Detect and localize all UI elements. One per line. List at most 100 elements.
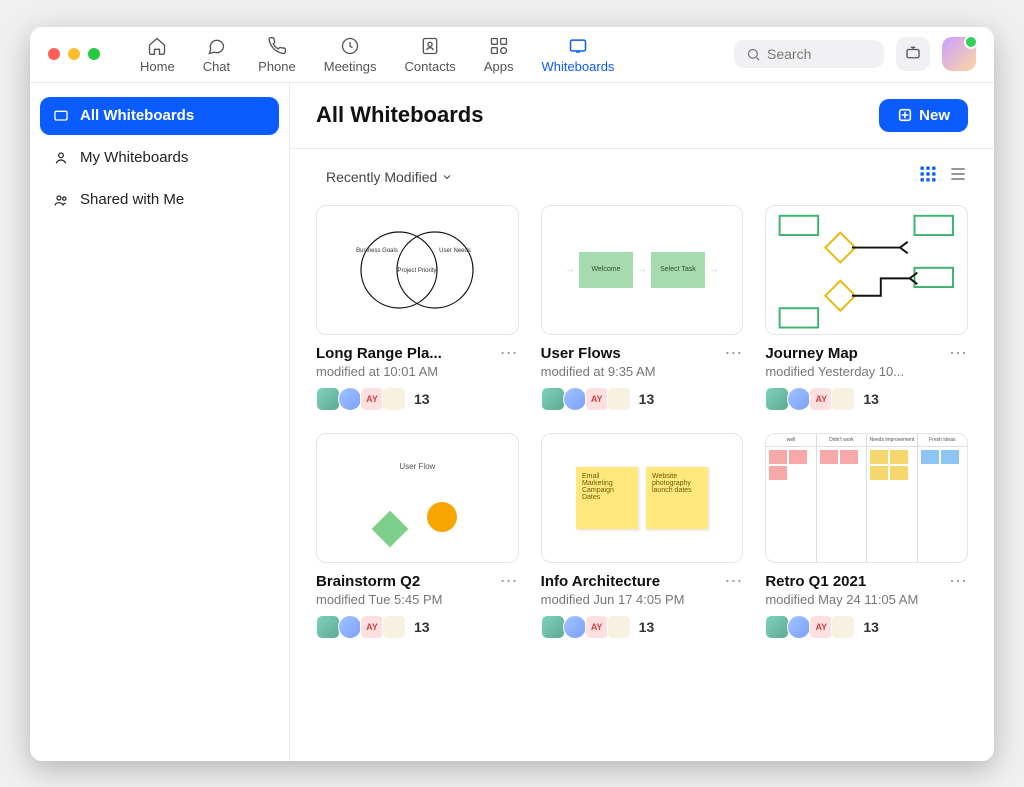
avatar — [563, 615, 587, 639]
whiteboard-modified: modified at 9:35 AM — [541, 364, 744, 379]
whiteboard-thumbnail: well Didn't work Needs improvement Fresh… — [765, 433, 968, 563]
tab-chat[interactable]: Chat — [203, 35, 230, 74]
tab-apps[interactable]: Apps — [484, 35, 514, 74]
whiteboard-all-icon — [52, 107, 70, 125]
avatar — [338, 387, 362, 411]
card-more-button[interactable]: ⋯ — [724, 348, 743, 358]
profile-avatar[interactable] — [942, 37, 976, 71]
collaborator-count: 13 — [639, 619, 655, 635]
whiteboard-thumbnail: → Welcome → Select Task → — [541, 205, 744, 335]
list-view-button[interactable] — [948, 164, 968, 189]
tab-home[interactable]: Home — [140, 35, 175, 74]
sort-dropdown[interactable]: Recently Modified — [316, 163, 463, 191]
main: All Whiteboards New Recently Modified — [290, 83, 994, 761]
chevron-down-icon — [441, 171, 453, 183]
phone-icon — [266, 35, 288, 57]
whiteboard-card[interactable]: Journey Map ⋯ modified Yesterday 10... A… — [765, 205, 968, 411]
whiteboard-thumbnail: Email Marketing Campaign Dates Website p… — [541, 433, 744, 563]
header-right: Search — [734, 37, 976, 71]
main-header: All Whiteboards New — [290, 83, 994, 148]
avatar — [607, 387, 631, 411]
whiteboard-title: Long Range Pla... — [316, 345, 442, 362]
sidebar-item-label: All Whiteboards — [80, 107, 194, 124]
avatar: AY — [360, 615, 384, 639]
avatar — [382, 387, 406, 411]
chat-icon — [205, 35, 227, 57]
whiteboard-modified: modified Tue 5:45 PM — [316, 592, 519, 607]
card-more-button[interactable]: ⋯ — [724, 576, 743, 586]
avatar: AY — [360, 387, 384, 411]
avatar — [316, 387, 340, 411]
avatar — [831, 615, 855, 639]
sidebar-item-all-whiteboards[interactable]: All Whiteboards — [40, 97, 279, 135]
tab-label: Chat — [203, 59, 230, 74]
tab-meetings[interactable]: Meetings — [324, 35, 377, 74]
card-more-button[interactable]: ⋯ — [949, 576, 968, 586]
tab-label: Phone — [258, 59, 296, 74]
new-button-label: New — [919, 107, 950, 124]
whiteboard-card[interactable]: well Didn't work Needs improvement Fresh… — [765, 433, 968, 639]
whiteboard-modified: modified Yesterday 10... — [765, 364, 968, 379]
collaborator-count: 13 — [639, 391, 655, 407]
card-more-button[interactable]: ⋯ — [500, 576, 519, 586]
grid-view-button[interactable] — [918, 164, 938, 189]
whiteboard-title: User Flows — [541, 345, 621, 362]
sidebar-item-my-whiteboards[interactable]: My Whiteboards — [40, 139, 279, 177]
whiteboard-card[interactable]: Business Goals User Needs Project Priori… — [316, 205, 519, 411]
whiteboard-icon — [567, 35, 589, 57]
whiteboard-modified: modified Jun 17 4:05 PM — [541, 592, 744, 607]
avatar — [382, 615, 406, 639]
whiteboard-thumbnail — [765, 205, 968, 335]
card-more-button[interactable]: ⋯ — [500, 348, 519, 358]
nav-tabs: Home Chat Phone Meetings Contacts Apps — [140, 35, 614, 74]
whiteboard-thumbnail: Business Goals User Needs Project Priori… — [316, 205, 519, 335]
person-icon — [52, 149, 70, 167]
sidebar-item-shared-with-me[interactable]: Shared with Me — [40, 181, 279, 219]
avatar: AY — [585, 387, 609, 411]
avatar: AY — [585, 615, 609, 639]
search-input[interactable]: Search — [734, 40, 884, 68]
whiteboard-card[interactable]: → Welcome → Select Task → User Flows ⋯ m… — [541, 205, 744, 411]
avatar — [541, 387, 565, 411]
view-toggle — [918, 164, 968, 189]
whiteboard-thumbnail: User Flow — [316, 433, 519, 563]
tab-contacts[interactable]: Contacts — [405, 35, 456, 74]
avatar — [787, 387, 811, 411]
whiteboard-modified: modified at 10:01 AM — [316, 364, 519, 379]
sort-label: Recently Modified — [326, 169, 437, 185]
collaborator-count: 13 — [414, 619, 430, 635]
tab-phone[interactable]: Phone — [258, 35, 296, 74]
collaborator-avatars: AY 13 — [316, 615, 519, 639]
avatar — [338, 615, 362, 639]
avatar: AY — [809, 615, 833, 639]
minimize-window-button[interactable] — [68, 48, 80, 60]
svg-text:Business Goals: Business Goals — [356, 248, 398, 254]
titlebar: Home Chat Phone Meetings Contacts Apps — [30, 27, 994, 83]
collaborator-count: 13 — [863, 391, 879, 407]
tab-label: Whiteboards — [541, 59, 614, 74]
sidebar: All Whiteboards My Whiteboards Shared wi… — [30, 83, 290, 761]
host-meeting-button[interactable] — [896, 37, 930, 71]
apps-icon — [488, 35, 510, 57]
card-more-button[interactable]: ⋯ — [949, 348, 968, 358]
home-icon — [146, 35, 168, 57]
collaborator-avatars: AY 13 — [541, 387, 744, 411]
people-icon — [52, 191, 70, 209]
svg-text:Project Priority: Project Priority — [398, 268, 437, 274]
new-whiteboard-button[interactable]: New — [879, 99, 968, 132]
clock-icon — [339, 35, 361, 57]
tab-label: Apps — [484, 59, 514, 74]
whiteboard-modified: modified May 24 11:05 AM — [765, 592, 968, 607]
collaborator-avatars: AY 13 — [316, 387, 519, 411]
list-icon — [948, 164, 968, 184]
whiteboard-card[interactable]: Email Marketing Campaign Dates Website p… — [541, 433, 744, 639]
app-window: Home Chat Phone Meetings Contacts Apps — [30, 27, 994, 761]
avatar — [765, 615, 789, 639]
body: All Whiteboards My Whiteboards Shared wi… — [30, 83, 994, 761]
maximize-window-button[interactable] — [88, 48, 100, 60]
avatar — [541, 615, 565, 639]
close-window-button[interactable] — [48, 48, 60, 60]
whiteboard-title: Retro Q1 2021 — [765, 573, 866, 590]
tab-whiteboards[interactable]: Whiteboards — [541, 35, 614, 74]
whiteboard-card[interactable]: User Flow Brainstorm Q2 ⋯ modified Tue 5… — [316, 433, 519, 639]
